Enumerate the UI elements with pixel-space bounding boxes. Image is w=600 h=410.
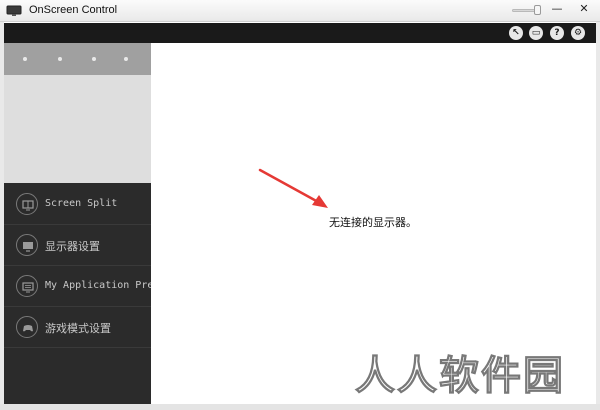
- monitor-split-icon: [16, 193, 38, 215]
- page-dot[interactable]: [23, 57, 27, 61]
- sidebar-item-label: My Application Preset: [45, 280, 151, 291]
- monitor-icon: [16, 234, 38, 256]
- window-frame-right: [596, 22, 600, 404]
- monitor-preview: [4, 75, 151, 183]
- page-dot[interactable]: [58, 57, 62, 61]
- sidebar-item-my-application-preset[interactable]: My Application Preset: [4, 266, 151, 307]
- gamepad-icon: [16, 316, 38, 338]
- page-dot[interactable]: [124, 57, 128, 61]
- cursor-icon[interactable]: ↖: [509, 26, 523, 40]
- window-title: OnScreen Control: [29, 4, 118, 16]
- no-monitor-message: 无连接的显示器。: [329, 216, 417, 229]
- red-arrow-annotation: [258, 168, 328, 208]
- page-dot[interactable]: [92, 57, 96, 61]
- title-bar: OnScreen Control — ✕: [0, 0, 600, 22]
- sidebar-item-screen-split[interactable]: Screen Split: [4, 184, 151, 225]
- sidebar-menu: Screen Split 显示器设置 My Application Pres: [4, 184, 151, 348]
- window-frame-bottom: [0, 404, 600, 410]
- gear-icon[interactable]: ⚙: [571, 26, 585, 40]
- monitor-selector-dots: [4, 43, 151, 75]
- opacity-slider-handle[interactable]: [534, 5, 541, 15]
- help-icon[interactable]: ?: [550, 26, 564, 40]
- app-preset-icon: [16, 275, 38, 297]
- site-watermark: 人人软件园: [355, 353, 565, 400]
- sidebar: Screen Split 显示器设置 My Application Pres: [4, 43, 151, 404]
- app-monitor-icon: [6, 5, 22, 16]
- sidebar-item-label: 显示器设置: [45, 240, 100, 253]
- sidebar-item-label: 游戏模式设置: [45, 322, 111, 335]
- sidebar-item-label: Screen Split: [45, 198, 118, 209]
- top-toolbar: ↖ ▭ ? ⚙: [4, 23, 596, 43]
- window-icon[interactable]: ▭: [529, 26, 543, 40]
- minimize-button[interactable]: —: [547, 2, 567, 17]
- close-button[interactable]: ✕: [574, 2, 594, 17]
- sidebar-item-game-mode-settings[interactable]: 游戏模式设置: [4, 307, 151, 348]
- sidebar-item-monitor-settings[interactable]: 显示器设置: [4, 225, 151, 266]
